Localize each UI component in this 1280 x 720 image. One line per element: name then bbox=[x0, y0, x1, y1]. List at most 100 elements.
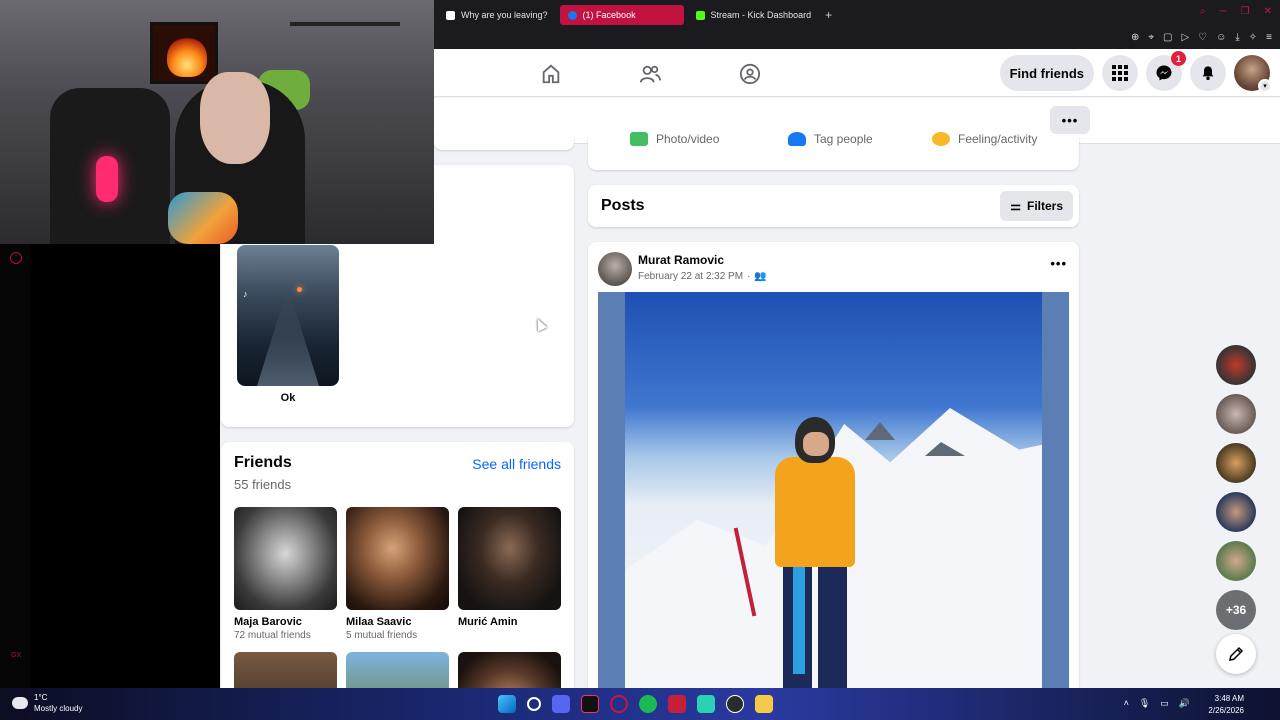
post-options-button[interactable]: ••• bbox=[1050, 256, 1067, 271]
menu-grid-button[interactable] bbox=[1102, 55, 1138, 91]
friends-card: Friends 55 friends See all friends Maja … bbox=[221, 442, 574, 688]
weather-widget[interactable]: 1°C Mostly cloudy bbox=[12, 692, 82, 714]
weather-status: Mostly cloudy bbox=[34, 704, 83, 713]
empty-left-area bbox=[30, 244, 220, 688]
tag-people-option[interactable]: Tag people bbox=[788, 132, 873, 146]
snapshot-icon[interactable]: ▢ bbox=[1163, 32, 1172, 43]
friend-tile[interactable]: Maja Barovic 72 mutual friends bbox=[234, 507, 337, 641]
light-dot bbox=[297, 287, 302, 292]
more-contacts-button[interactable]: +36 bbox=[1216, 590, 1256, 630]
close-button[interactable]: ✕ bbox=[1264, 6, 1272, 17]
volume-icon[interactable]: 🔊 bbox=[1179, 698, 1190, 709]
friend-tile[interactable]: Milaa Saavic 5 mutual friends bbox=[346, 507, 449, 641]
wall-katana bbox=[290, 22, 400, 26]
friends-icon[interactable] bbox=[639, 63, 661, 85]
post-author-avatar[interactable] bbox=[598, 252, 632, 286]
search-icon[interactable] bbox=[527, 697, 541, 711]
groups-icon[interactable] bbox=[739, 63, 761, 85]
pin-icon[interactable]: ⌖ bbox=[1148, 32, 1154, 43]
notifications-button[interactable] bbox=[1190, 55, 1226, 91]
post-card: Murat Ramovic February 22 at 2:32 PM · 👥… bbox=[588, 242, 1079, 688]
photo-video-label: Photo/video bbox=[656, 132, 720, 146]
see-all-friends-link[interactable]: See all friends bbox=[472, 456, 561, 472]
friend-tile[interactable] bbox=[234, 652, 337, 688]
zoom-icon[interactable]: ⊕ bbox=[1131, 32, 1139, 43]
friend-tile[interactable] bbox=[458, 652, 561, 688]
mountain-photo bbox=[625, 292, 1042, 688]
fire bbox=[167, 37, 207, 77]
obs-icon[interactable] bbox=[726, 695, 744, 713]
climber-jacket bbox=[775, 457, 855, 567]
smiley-icon bbox=[932, 132, 950, 146]
friend-name[interactable]: Milaa Saavic bbox=[346, 616, 449, 628]
profile-avatar-button[interactable]: ▾ bbox=[1234, 55, 1272, 93]
tiktok-icon[interactable] bbox=[581, 695, 599, 713]
home-icon[interactable] bbox=[540, 63, 562, 85]
network-icon[interactable]: ▭ bbox=[1160, 698, 1169, 709]
tiktok-icon: ♪ bbox=[243, 289, 248, 299]
composer-card: Photo/video Tag people Feeling/activity bbox=[588, 132, 1079, 170]
chat-app-icon[interactable] bbox=[697, 695, 715, 713]
menu-icon[interactable]: ≡ bbox=[1266, 32, 1272, 43]
browser-toolbar: ⊕ ⌖ ▢ ▷ ♡ ☺ ⤓ ✧ ≡ bbox=[434, 30, 1280, 49]
messenger-button[interactable]: 1 bbox=[1146, 51, 1186, 91]
post-author-name[interactable]: Murat Ramovic bbox=[638, 253, 724, 267]
contact-avatar[interactable] bbox=[1216, 345, 1256, 385]
post-date[interactable]: February 22 at 2:32 PM bbox=[638, 271, 743, 282]
friend-tile[interactable]: Murić Amin bbox=[458, 507, 561, 630]
heart-icon[interactable]: ♡ bbox=[1198, 32, 1207, 43]
spotify-icon[interactable] bbox=[639, 695, 657, 713]
chevron-up-icon[interactable]: ˄ bbox=[1124, 698, 1129, 709]
play-icon[interactable]: ▷ bbox=[1181, 32, 1189, 43]
file-explorer-icon[interactable] bbox=[755, 695, 773, 713]
find-friends-button[interactable]: Find friends bbox=[999, 55, 1094, 91]
friend-photo[interactable] bbox=[458, 507, 561, 610]
profile-more-button[interactable]: ••• bbox=[1050, 106, 1090, 134]
contact-avatar[interactable] bbox=[1216, 541, 1256, 581]
friend-name[interactable]: Murić Amin bbox=[458, 616, 561, 628]
intro-card-tail bbox=[434, 136, 574, 150]
friend-photo[interactable] bbox=[234, 507, 337, 610]
reel-thumbnail[interactable]: ♪ bbox=[237, 245, 339, 386]
feeling-activity-option[interactable]: Feeling/activity bbox=[932, 132, 1037, 146]
contact-avatar[interactable] bbox=[1216, 394, 1256, 434]
friends-count: 55 friends bbox=[234, 477, 292, 492]
webcam-overlay bbox=[0, 0, 434, 244]
tab-facebook[interactable]: (1) Facebook bbox=[559, 5, 684, 25]
ai-icon[interactable]: ✧ bbox=[1249, 32, 1257, 43]
post-meta: February 22 at 2:32 PM · 👥 bbox=[638, 271, 767, 282]
post-photo[interactable] bbox=[598, 292, 1069, 688]
friend-photo[interactable] bbox=[346, 507, 449, 610]
new-tab-button[interactable]: + bbox=[825, 8, 832, 22]
friend-tile[interactable] bbox=[346, 652, 449, 688]
windows-taskbar: 1°C Mostly cloudy ˄ 🎙 ▭ 🔊 3:48 AM 2/26/2… bbox=[0, 688, 1280, 720]
friends-audience-icon[interactable]: 👥 bbox=[754, 271, 766, 282]
tab-why-are-you-leaving[interactable]: Why are you leaving? bbox=[438, 5, 556, 25]
new-message-button[interactable] bbox=[1216, 634, 1256, 674]
download-icon[interactable]: ⤓ bbox=[1235, 32, 1239, 43]
friend-photo[interactable] bbox=[458, 652, 561, 688]
profile-icon[interactable]: ☺ bbox=[1216, 32, 1226, 43]
photo-video-option[interactable]: Photo/video bbox=[630, 132, 719, 146]
clock-date: 2/26/2026 bbox=[1208, 706, 1244, 715]
maximize-button[interactable]: ❐ bbox=[1241, 6, 1250, 17]
friend-photo[interactable] bbox=[234, 652, 337, 688]
tab-kick-dashboard[interactable]: Stream - Kick Dashboard bbox=[688, 5, 820, 25]
friend-photo[interactable] bbox=[346, 652, 449, 688]
contacts-list: +36 bbox=[1216, 345, 1256, 630]
friend-name[interactable]: Maja Barovic bbox=[234, 616, 337, 628]
colorful-plush bbox=[168, 192, 238, 244]
start-icon[interactable] bbox=[498, 695, 516, 713]
tab-label: Why are you leaving? bbox=[461, 10, 548, 20]
search-icon[interactable]: ⌕ bbox=[1200, 6, 1206, 17]
gx-sidebar-icon[interactable] bbox=[10, 252, 22, 264]
microphone-icon[interactable]: 🎙 bbox=[1139, 698, 1150, 709]
contact-avatar[interactable] bbox=[1216, 443, 1256, 483]
minimize-button[interactable]: ─ bbox=[1220, 6, 1227, 17]
opera-gx-icon[interactable] bbox=[610, 695, 628, 713]
tf-app-icon[interactable] bbox=[668, 695, 686, 713]
taskbar-clock[interactable]: 3:48 AM 2/26/2026 bbox=[1208, 693, 1244, 717]
contact-avatar[interactable] bbox=[1216, 492, 1256, 532]
filters-button[interactable]: ⚌ Filters bbox=[1000, 191, 1073, 221]
discord-icon[interactable] bbox=[552, 695, 570, 713]
